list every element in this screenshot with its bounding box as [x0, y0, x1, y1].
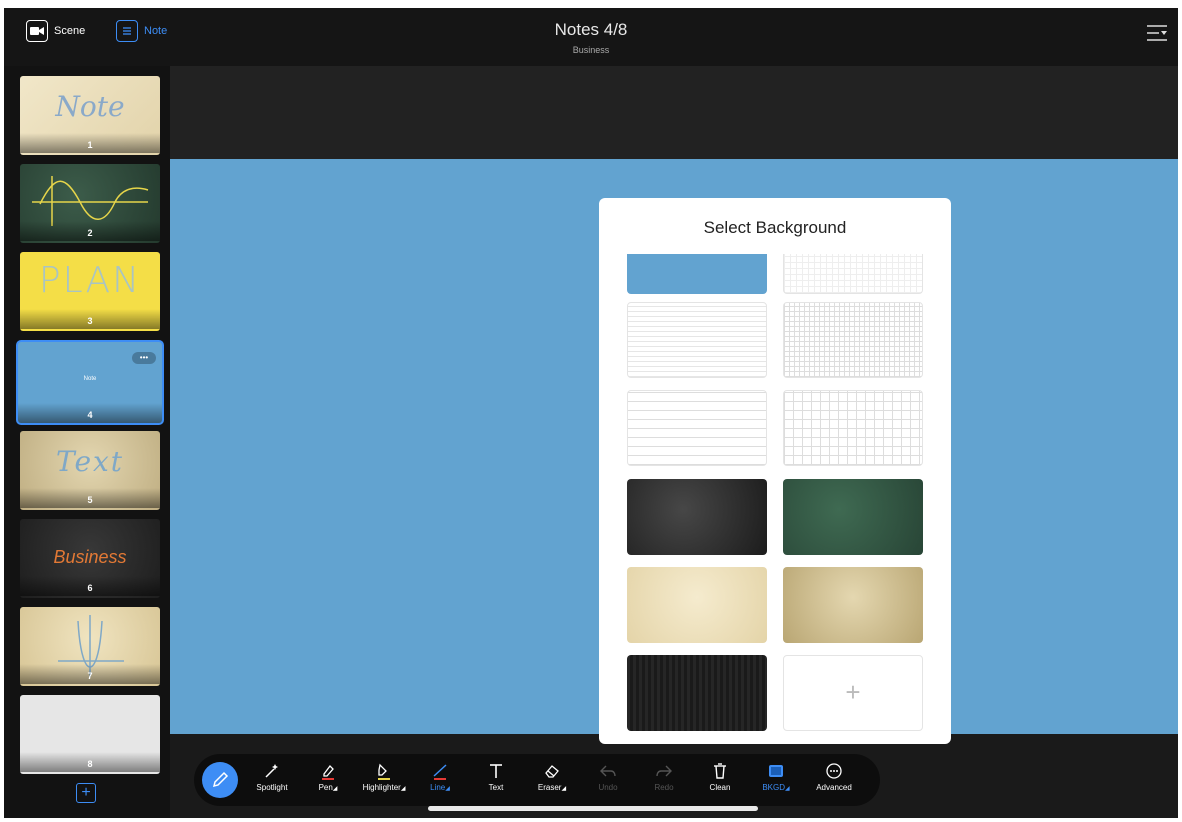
canvas-top-margin — [170, 66, 1178, 159]
pencil-icon — [212, 771, 229, 788]
thumbnail-text: Note — [55, 90, 125, 123]
pen-tool[interactable]: Pen◢ — [300, 762, 356, 792]
pen-label: Pen — [318, 783, 333, 792]
line-tool[interactable]: Line◢ — [412, 762, 468, 792]
clean-label: Clean — [709, 783, 731, 792]
pencil-mode-button[interactable] — [202, 762, 238, 798]
bg-option-aged-paper[interactable] — [783, 567, 923, 643]
bg-option-greenboard[interactable] — [783, 479, 923, 555]
undo-icon — [600, 765, 616, 777]
app-window: Scene Note Notes 4/8 Business Note 1 2 P… — [4, 8, 1178, 818]
text-tool[interactable]: Text — [468, 762, 524, 792]
undo-label: Undo — [598, 783, 618, 792]
eraser-tool[interactable]: Eraser◢ — [524, 762, 580, 792]
bg-option-cream-paper[interactable] — [627, 567, 767, 643]
home-indicator[interactable] — [428, 806, 758, 811]
bg-option-fine-grid[interactable] — [783, 302, 923, 378]
redo-icon — [656, 765, 672, 777]
page-thumbnail-2[interactable]: 2 — [20, 164, 160, 243]
highlighter-label: Highlighter — [362, 783, 401, 792]
background-tool[interactable]: BKGD◢ — [748, 762, 804, 792]
bkgd-label: BKGD — [762, 783, 786, 792]
top-bar: Scene Note Notes 4/8 Business — [4, 8, 1178, 66]
line-icon — [433, 764, 447, 780]
thumbnail-text: Text — [55, 445, 125, 478]
spotlight-tool[interactable]: Spotlight — [244, 762, 300, 792]
bg-option-fine-lines[interactable] — [627, 302, 767, 378]
bg-option-grid[interactable] — [783, 390, 923, 466]
text-icon — [490, 764, 502, 778]
page-number: 6 — [20, 576, 160, 596]
page-thumbnail-3[interactable]: PLAN 3 — [20, 252, 160, 331]
page-number: 4 — [18, 403, 162, 423]
add-background-button[interactable]: + — [783, 655, 923, 731]
dialog-title: Select Background — [703, 218, 847, 237]
page-sidebar: Note 1 2 PLAN 3 ••• Note 4 Text 5 Busine… — [4, 66, 170, 818]
bg-option-dark-wood[interactable] — [627, 655, 767, 731]
highlighter-icon — [378, 763, 390, 780]
advanced-label: Advanced — [816, 783, 852, 792]
clean-tool[interactable]: Clean — [692, 762, 748, 792]
page-number: 7 — [20, 664, 160, 684]
page-thumbnail-8[interactable]: 8 — [20, 695, 160, 774]
more-options-icon[interactable]: ••• — [132, 352, 156, 364]
add-page-button[interactable]: + — [76, 783, 96, 803]
select-background-dialog: Select Background + — [599, 198, 951, 744]
eraser-icon — [545, 765, 559, 778]
page-thumbnail-5[interactable]: Text 5 — [20, 431, 160, 510]
page-title: Notes 4/8 — [554, 20, 628, 39]
bg-option-blackboard[interactable] — [627, 479, 767, 555]
redo-tool[interactable]: Redo — [636, 762, 692, 792]
undo-tool[interactable]: Undo — [580, 762, 636, 792]
thumbnail-text: PLAN — [38, 260, 142, 301]
trash-icon — [714, 763, 726, 779]
page-number: 3 — [20, 309, 160, 329]
menu-icon[interactable] — [1146, 22, 1168, 46]
redo-label: Redo — [654, 783, 674, 792]
bottom-toolbar: Spotlight Pen◢ Highlighter◢ Line◢ Text E… — [194, 754, 880, 806]
text-label: Text — [488, 783, 504, 792]
bg-option-ruled[interactable] — [627, 390, 767, 466]
page-number: 8 — [20, 752, 160, 772]
thumbnail-text: Business — [53, 547, 127, 567]
highlighter-tool[interactable]: Highlighter◢ — [356, 762, 412, 792]
page-subtitle: Business — [572, 45, 610, 55]
background-icon — [769, 765, 783, 777]
page-thumbnail-7[interactable]: 7 — [20, 607, 160, 686]
page-number: 2 — [20, 221, 160, 241]
eraser-label: Eraser — [537, 783, 562, 792]
page-thumbnail-4[interactable]: ••• Note 4 — [16, 340, 164, 425]
advanced-tool[interactable]: Advanced — [806, 762, 862, 792]
more-circle-icon — [826, 763, 842, 779]
thumbnail-text: Note — [83, 376, 97, 382]
magic-wand-icon — [265, 764, 278, 778]
bg-option-white-grid[interactable] — [783, 254, 923, 294]
page-number: 1 — [20, 133, 160, 153]
page-thumbnail-6[interactable]: Business 6 — [20, 519, 160, 598]
line-label: Line — [430, 783, 446, 792]
page-number: 5 — [20, 488, 160, 508]
spotlight-label: Spotlight — [256, 783, 288, 792]
bg-option-blue[interactable] — [627, 254, 767, 294]
pen-icon — [322, 765, 334, 780]
page-thumbnail-1[interactable]: Note 1 — [20, 76, 160, 155]
